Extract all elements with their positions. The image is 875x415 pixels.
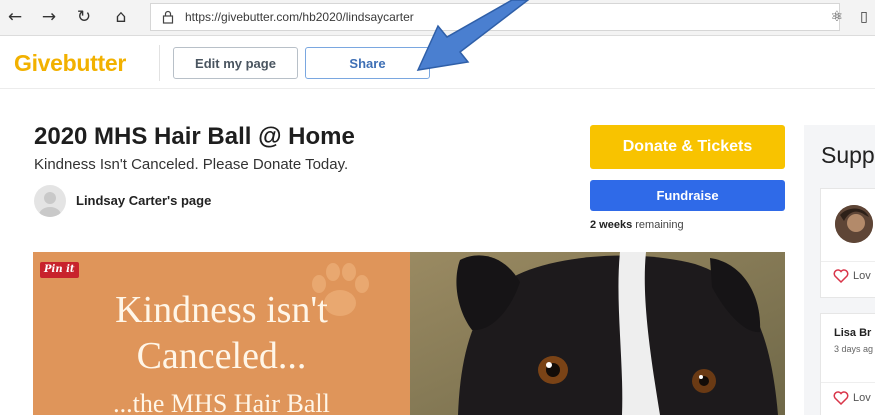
- love-label: Lov: [853, 270, 871, 282]
- love-button[interactable]: Lov: [833, 269, 871, 283]
- refresh-icon[interactable]: ↻: [73, 6, 95, 28]
- page-title: 2020 MHS Hair Ball @ Home: [34, 123, 355, 150]
- supporter-photo: [835, 205, 873, 243]
- time-value: 2 weeks: [590, 219, 633, 231]
- reading-view-icon[interactable]: ▯: [855, 8, 873, 26]
- annotation-arrow-icon: [416, 0, 530, 71]
- time-remaining: 2 weeks remaining: [590, 219, 684, 231]
- page-subtitle: Kindness Isn't Canceled. Please Donate T…: [34, 156, 349, 173]
- extension-icon[interactable]: ⚛: [828, 8, 846, 26]
- time-suffix: remaining: [635, 219, 684, 231]
- home-icon[interactable]: ⌂: [110, 6, 132, 28]
- url-text: https://givebutter.com/hb2020/lindsaycar…: [185, 10, 414, 24]
- heart-icon: [833, 269, 849, 283]
- edit-my-page-button[interactable]: Edit my page: [173, 47, 298, 79]
- back-icon[interactable]: ←: [4, 6, 26, 28]
- campaign-hero-image: Pin it Kindness isn't Canceled... ...the…: [33, 252, 785, 415]
- supporter-avatar: [835, 205, 873, 243]
- card-divider: [821, 382, 875, 383]
- header-divider: [159, 45, 160, 81]
- card-divider: [821, 261, 875, 262]
- donate-tickets-button[interactable]: Donate & Tickets: [590, 125, 785, 169]
- donor-name: Lisa Br: [834, 327, 872, 339]
- hero-headline-1: Kindness isn't: [115, 289, 328, 331]
- heart-icon: [833, 391, 849, 405]
- love-label: Lov: [853, 392, 871, 404]
- lock-icon: [162, 10, 174, 24]
- hero-headline-3: ...the MHS Hair Ball: [113, 389, 330, 415]
- dog-photo: [410, 252, 785, 415]
- supporters-title: Supp: [821, 142, 875, 168]
- fundraise-button[interactable]: Fundraise: [590, 180, 785, 211]
- love-button[interactable]: Lov: [833, 391, 871, 405]
- owner-name[interactable]: Lindsay Carter's page: [76, 193, 211, 208]
- supporters-panel: Supp Lov Lisa Br 3 days ag Lov: [804, 125, 875, 415]
- dog-image: [410, 252, 785, 415]
- supporter-card: Lisa Br 3 days ag Lov: [820, 313, 875, 415]
- givebutter-logo[interactable]: Givebutter: [14, 50, 126, 77]
- hero-headline-2: Canceled...: [136, 335, 307, 377]
- default-user-icon: [39, 192, 61, 217]
- pin-it-button[interactable]: Pin it: [40, 262, 79, 278]
- forward-icon[interactable]: →: [38, 6, 60, 28]
- avatar[interactable]: [34, 185, 66, 217]
- supporter-card: Lov: [820, 188, 875, 298]
- hero-text-panel: Pin it Kindness isn't Canceled... ...the…: [33, 252, 410, 415]
- donor-time: 3 days ag: [834, 344, 874, 354]
